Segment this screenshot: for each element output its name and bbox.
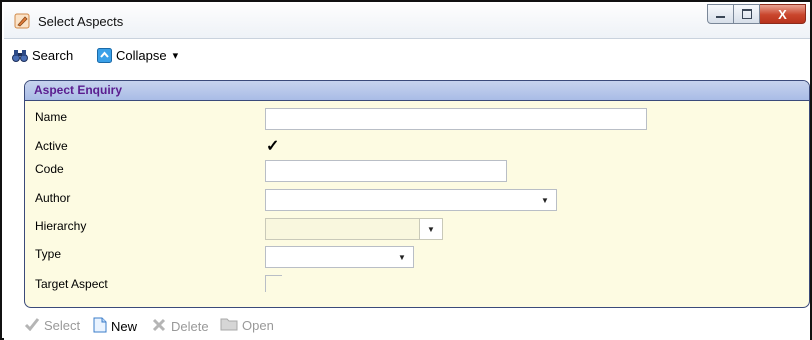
checkmark-icon [24, 317, 40, 334]
author-dropdown-arrow-icon[interactable]: ▼ [534, 190, 556, 210]
collapse-dropdown-caret-icon[interactable]: ▾ [173, 49, 179, 62]
collapse-button[interactable]: Collapse ▾ [97, 48, 178, 63]
new-label: New [111, 319, 138, 334]
binoculars-icon [12, 49, 28, 63]
search-button[interactable]: Search [12, 48, 73, 63]
target-aspect-label: Target Aspect [35, 277, 108, 291]
name-field[interactable] [265, 108, 647, 130]
delete-button[interactable]: Delete [151, 317, 209, 336]
hierarchy-dropdown[interactable]: ▼ [265, 218, 443, 240]
dialog-window: Select Aspects X Search Collapse ▾ Aspec… [0, 0, 812, 340]
select-button[interactable]: Select [24, 317, 80, 334]
minimize-button[interactable] [707, 4, 734, 24]
hierarchy-label: Hierarchy [35, 219, 87, 233]
type-dropdown-arrow-icon[interactable]: ▼ [391, 247, 413, 267]
open-label: Open [242, 318, 274, 333]
app-pen-icon [14, 13, 30, 29]
name-label: Name [35, 110, 68, 124]
new-button[interactable]: New [93, 317, 137, 336]
window-controls: X [707, 4, 806, 26]
hierarchy-dropdown-arrow-icon[interactable]: ▼ [419, 219, 442, 239]
type-dropdown[interactable]: ▼ [265, 246, 414, 268]
collapse-label: Collapse [116, 48, 167, 63]
maximize-icon [741, 9, 752, 19]
active-checkbox[interactable]: ✓ [266, 136, 279, 156]
close-icon: X [778, 6, 787, 22]
close-button[interactable]: X [760, 4, 806, 24]
author-dropdown[interactable]: ▼ [265, 189, 557, 211]
author-label: Author [35, 191, 71, 205]
delete-label: Delete [171, 319, 209, 334]
folder-icon [220, 317, 238, 334]
collapse-icon [97, 48, 112, 63]
aspect-enquiry-panel: Aspect Enquiry Name Active ✓ Code Author… [24, 80, 810, 308]
maximize-button[interactable] [734, 4, 760, 24]
new-document-icon [93, 317, 107, 336]
target-aspect-checkbox[interactable] [265, 275, 282, 292]
search-label: Search [32, 48, 74, 63]
title-bar[interactable]: Select Aspects X [4, 4, 810, 39]
select-label: Select [44, 318, 81, 333]
panel-title: Aspect Enquiry [25, 81, 809, 101]
minimize-icon [716, 16, 725, 18]
type-label: Type [35, 247, 62, 261]
bottom-toolbar: Select New Delete Open [4, 312, 810, 340]
code-field[interactable] [265, 160, 507, 182]
active-label: Active [35, 139, 68, 153]
window-title: Select Aspects [38, 14, 124, 29]
code-label: Code [35, 162, 64, 176]
top-toolbar: Search Collapse ▾ [4, 39, 810, 71]
delete-x-icon [151, 317, 167, 336]
open-button[interactable]: Open [220, 317, 274, 334]
